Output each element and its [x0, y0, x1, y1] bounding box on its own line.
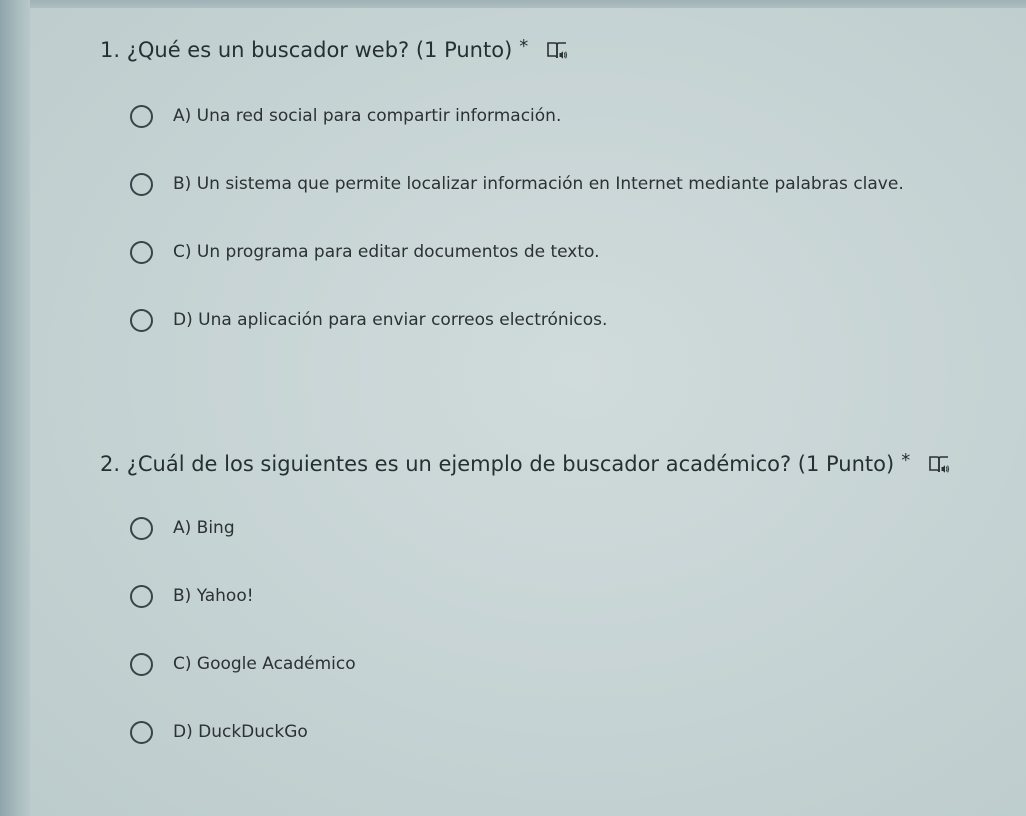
q2-option-c[interactable]: C) Google Académico	[130, 630, 356, 698]
radio-button[interactable]	[130, 516, 153, 540]
immersive-reader-icon[interactable]	[928, 453, 950, 475]
q1-option-b[interactable]: B) Un sistema que permite localizar info…	[130, 150, 904, 218]
q2-option-d[interactable]: D) DuckDuckGo	[130, 698, 356, 766]
option-label: B) Un sistema que permite localizar info…	[173, 174, 904, 194]
q1-option-c[interactable]: C) Un programa para editar documentos de…	[130, 218, 904, 286]
radio-button[interactable]	[130, 584, 153, 608]
radio-button[interactable]	[130, 652, 153, 676]
option-label: C) Un programa para editar documentos de…	[173, 242, 600, 262]
radio-button[interactable]	[130, 240, 153, 264]
radio-button[interactable]	[130, 172, 153, 196]
q1-option-d[interactable]: D) Una aplicación para enviar correos el…	[130, 286, 904, 354]
question-2-options: A) Bing B) Yahoo! C) Google Académico D)…	[130, 494, 356, 766]
radio-button[interactable]	[130, 720, 153, 744]
left-edge-panel	[0, 0, 30, 816]
question-1-options: A) Una red social para compartir informa…	[130, 82, 904, 354]
required-asterisk: *	[519, 35, 529, 57]
question-2-header: 2. ¿Cuál de los siguientes es un ejemplo…	[100, 449, 950, 476]
radio-button[interactable]	[130, 104, 153, 128]
q1-option-a[interactable]: A) Una red social para compartir informa…	[130, 82, 904, 150]
immersive-reader-icon[interactable]	[546, 39, 568, 61]
radio-button[interactable]	[130, 308, 153, 332]
q2-option-b[interactable]: B) Yahoo!	[130, 562, 356, 630]
question-2-title: 2. ¿Cuál de los siguientes es un ejemplo…	[100, 452, 895, 476]
question-1-title: 1. ¿Qué es un buscador web? (1 Punto)	[100, 38, 513, 62]
option-label: D) DuckDuckGo	[173, 722, 308, 742]
question-1-header: 1. ¿Qué es un buscador web? (1 Punto) *	[100, 35, 568, 62]
option-label: C) Google Académico	[173, 654, 356, 674]
option-label: A) Bing	[173, 518, 235, 538]
option-label: B) Yahoo!	[173, 586, 254, 606]
option-label: D) Una aplicación para enviar correos el…	[173, 310, 608, 330]
q2-option-a[interactable]: A) Bing	[130, 494, 356, 562]
required-asterisk: *	[901, 449, 911, 471]
option-label: A) Una red social para compartir informa…	[173, 106, 562, 126]
